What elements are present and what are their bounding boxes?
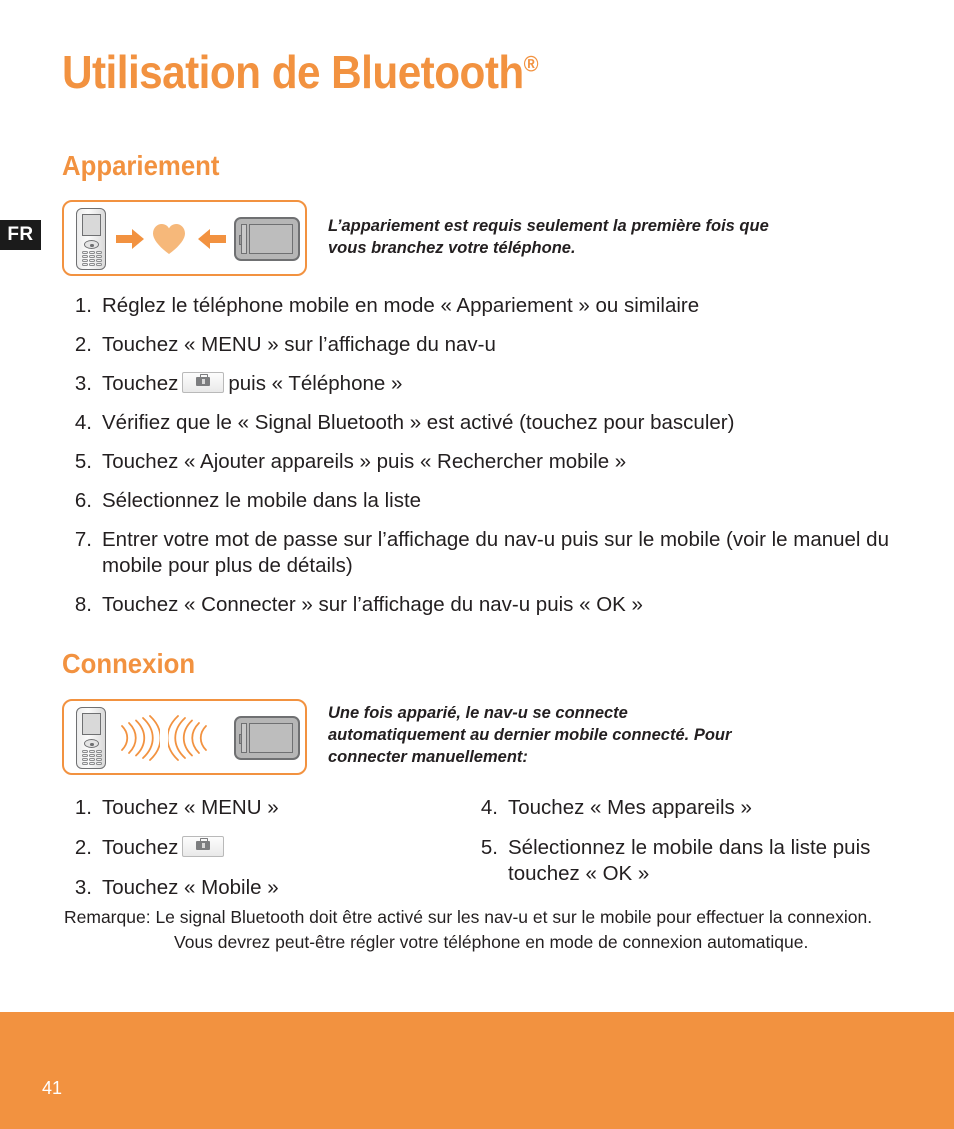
list-item: 2. Touchez	[62, 835, 452, 861]
remark-label: Remarque:	[64, 907, 151, 927]
phone-navpad	[84, 240, 99, 249]
step-number: 7.	[74, 528, 92, 552]
phone-screen	[82, 713, 101, 735]
remark-note: Remarque: Le signal Bluetooth doit être …	[64, 905, 894, 956]
phone-navpad	[84, 739, 99, 748]
nav-u-device-icon	[234, 217, 300, 261]
toolbox-icon[interactable]	[182, 836, 225, 858]
step-number: 1.	[74, 796, 92, 819]
step-text: Touchez « Connecter » sur l’affichage du…	[102, 593, 643, 617]
page-footer: 41	[0, 1012, 954, 1129]
step-number: 8.	[74, 593, 92, 617]
step-text: Sélectionnez le mobile dans la liste pui…	[508, 836, 871, 886]
step-text: Touchez « MENU »	[102, 796, 279, 819]
phone-screen	[82, 214, 101, 236]
step-text-before: Touchez	[102, 836, 179, 860]
list-item: 6. Sélectionnez le mobile dans la liste	[62, 488, 892, 514]
step-number: 2.	[74, 333, 92, 357]
mobile-phone-icon	[76, 208, 106, 270]
nav-u-device-icon	[234, 716, 300, 760]
list-item: 5. Sélectionnez le mobile dans la liste …	[468, 835, 888, 887]
step-text: Réglez le téléphone mobile en mode « App…	[102, 294, 700, 317]
step-number: 5.	[480, 836, 498, 860]
section-heading-connexion: Connexion	[62, 648, 196, 679]
bluetooth-waves-icon	[168, 715, 207, 761]
list-item: 5. Touchez « Ajouter appareils » puis « …	[62, 449, 892, 475]
list-item: 3. Touchez « Mobile »	[62, 875, 452, 901]
heart-icon	[153, 224, 185, 254]
page-title: Utilisation de Bluetooth®	[62, 45, 539, 99]
connection-steps-list-left: 1. Touchez « MENU » 2. Touchez 3. Touche…	[62, 795, 452, 915]
step-number: 3.	[74, 876, 92, 900]
list-item: 1. Réglez le téléphone mobile en mode « …	[62, 293, 892, 319]
step-text: Vérifiez que le « Signal Bluetooth » est…	[102, 411, 735, 435]
step-text-before: Touchez	[102, 372, 179, 396]
list-item: 4. Touchez « Mes appareils »	[468, 795, 888, 821]
step-text: Entrer votre mot de passe sur l’affichag…	[102, 528, 889, 578]
list-item: 3. Touchez puis « Téléphone »	[62, 371, 892, 397]
step-text-after: puis « Téléphone »	[228, 372, 403, 396]
connection-illustration	[62, 699, 307, 775]
mobile-phone-icon	[76, 707, 106, 769]
step-number: 1.	[74, 294, 92, 317]
step-text: Touchez « MENU » sur l’affichage du nav-…	[102, 333, 496, 357]
language-tab-fr: FR	[0, 220, 41, 250]
remark-text: Le signal Bluetooth doit être activé sur…	[155, 907, 873, 953]
list-item: 4. Vérifiez que le « Signal Bluetooth » …	[62, 410, 892, 436]
manual-page: FR Utilisation de Bluetooth® Appariement	[0, 0, 954, 1129]
step-number: 3.	[74, 372, 92, 396]
step-number: 4.	[480, 796, 498, 819]
arrow-right-icon	[116, 229, 144, 249]
language-tab-label: FR	[7, 224, 34, 245]
bluetooth-waves-icon	[121, 715, 160, 761]
registered-trademark-icon: ®	[523, 51, 539, 77]
pairing-callout-text: L’appariement est requis seulement la pr…	[328, 217, 769, 257]
section-heading-appariement: Appariement	[62, 150, 220, 181]
list-item: 7. Entrer votre mot de passe sur l’affic…	[62, 527, 892, 579]
connection-callout-text: Une fois apparié, le nav-u se connecte a…	[328, 704, 732, 766]
arrow-left-icon	[198, 229, 226, 249]
connection-steps-list-right: 4. Touchez « Mes appareils » 5. Sélectio…	[468, 795, 888, 901]
step-number: 6.	[74, 489, 92, 513]
pairing-illustration	[62, 200, 307, 276]
page-title-text: Utilisation de Bluetooth	[62, 46, 524, 98]
step-number: 5.	[74, 450, 92, 474]
list-item: 8. Touchez « Connecter » sur l’affichage…	[62, 592, 892, 618]
device-side-panel	[241, 723, 247, 753]
step-text: Touchez « Mes appareils »	[508, 796, 752, 819]
step-number: 4.	[74, 411, 92, 435]
toolbox-icon[interactable]	[182, 372, 225, 394]
phone-keypad	[82, 750, 102, 765]
device-screen	[249, 723, 293, 753]
pairing-steps-list: 1. Réglez le téléphone mobile en mode « …	[62, 293, 892, 631]
list-item: 1. Touchez « MENU »	[62, 795, 452, 821]
phone-keypad	[82, 251, 102, 266]
device-side-panel	[241, 224, 247, 254]
step-number: 2.	[74, 836, 92, 860]
step-text: Sélectionnez le mobile dans la liste	[102, 489, 422, 513]
step-text: Touchez « Mobile »	[102, 876, 279, 900]
step-text: Touchez « Ajouter appareils » puis « Rec…	[102, 450, 627, 474]
list-item: 2. Touchez « MENU » sur l’affichage du n…	[62, 332, 892, 358]
remark-body: Remarque: Le signal Bluetooth doit être …	[64, 905, 894, 956]
device-screen	[249, 224, 293, 254]
page-number: 41	[42, 1078, 63, 1098]
